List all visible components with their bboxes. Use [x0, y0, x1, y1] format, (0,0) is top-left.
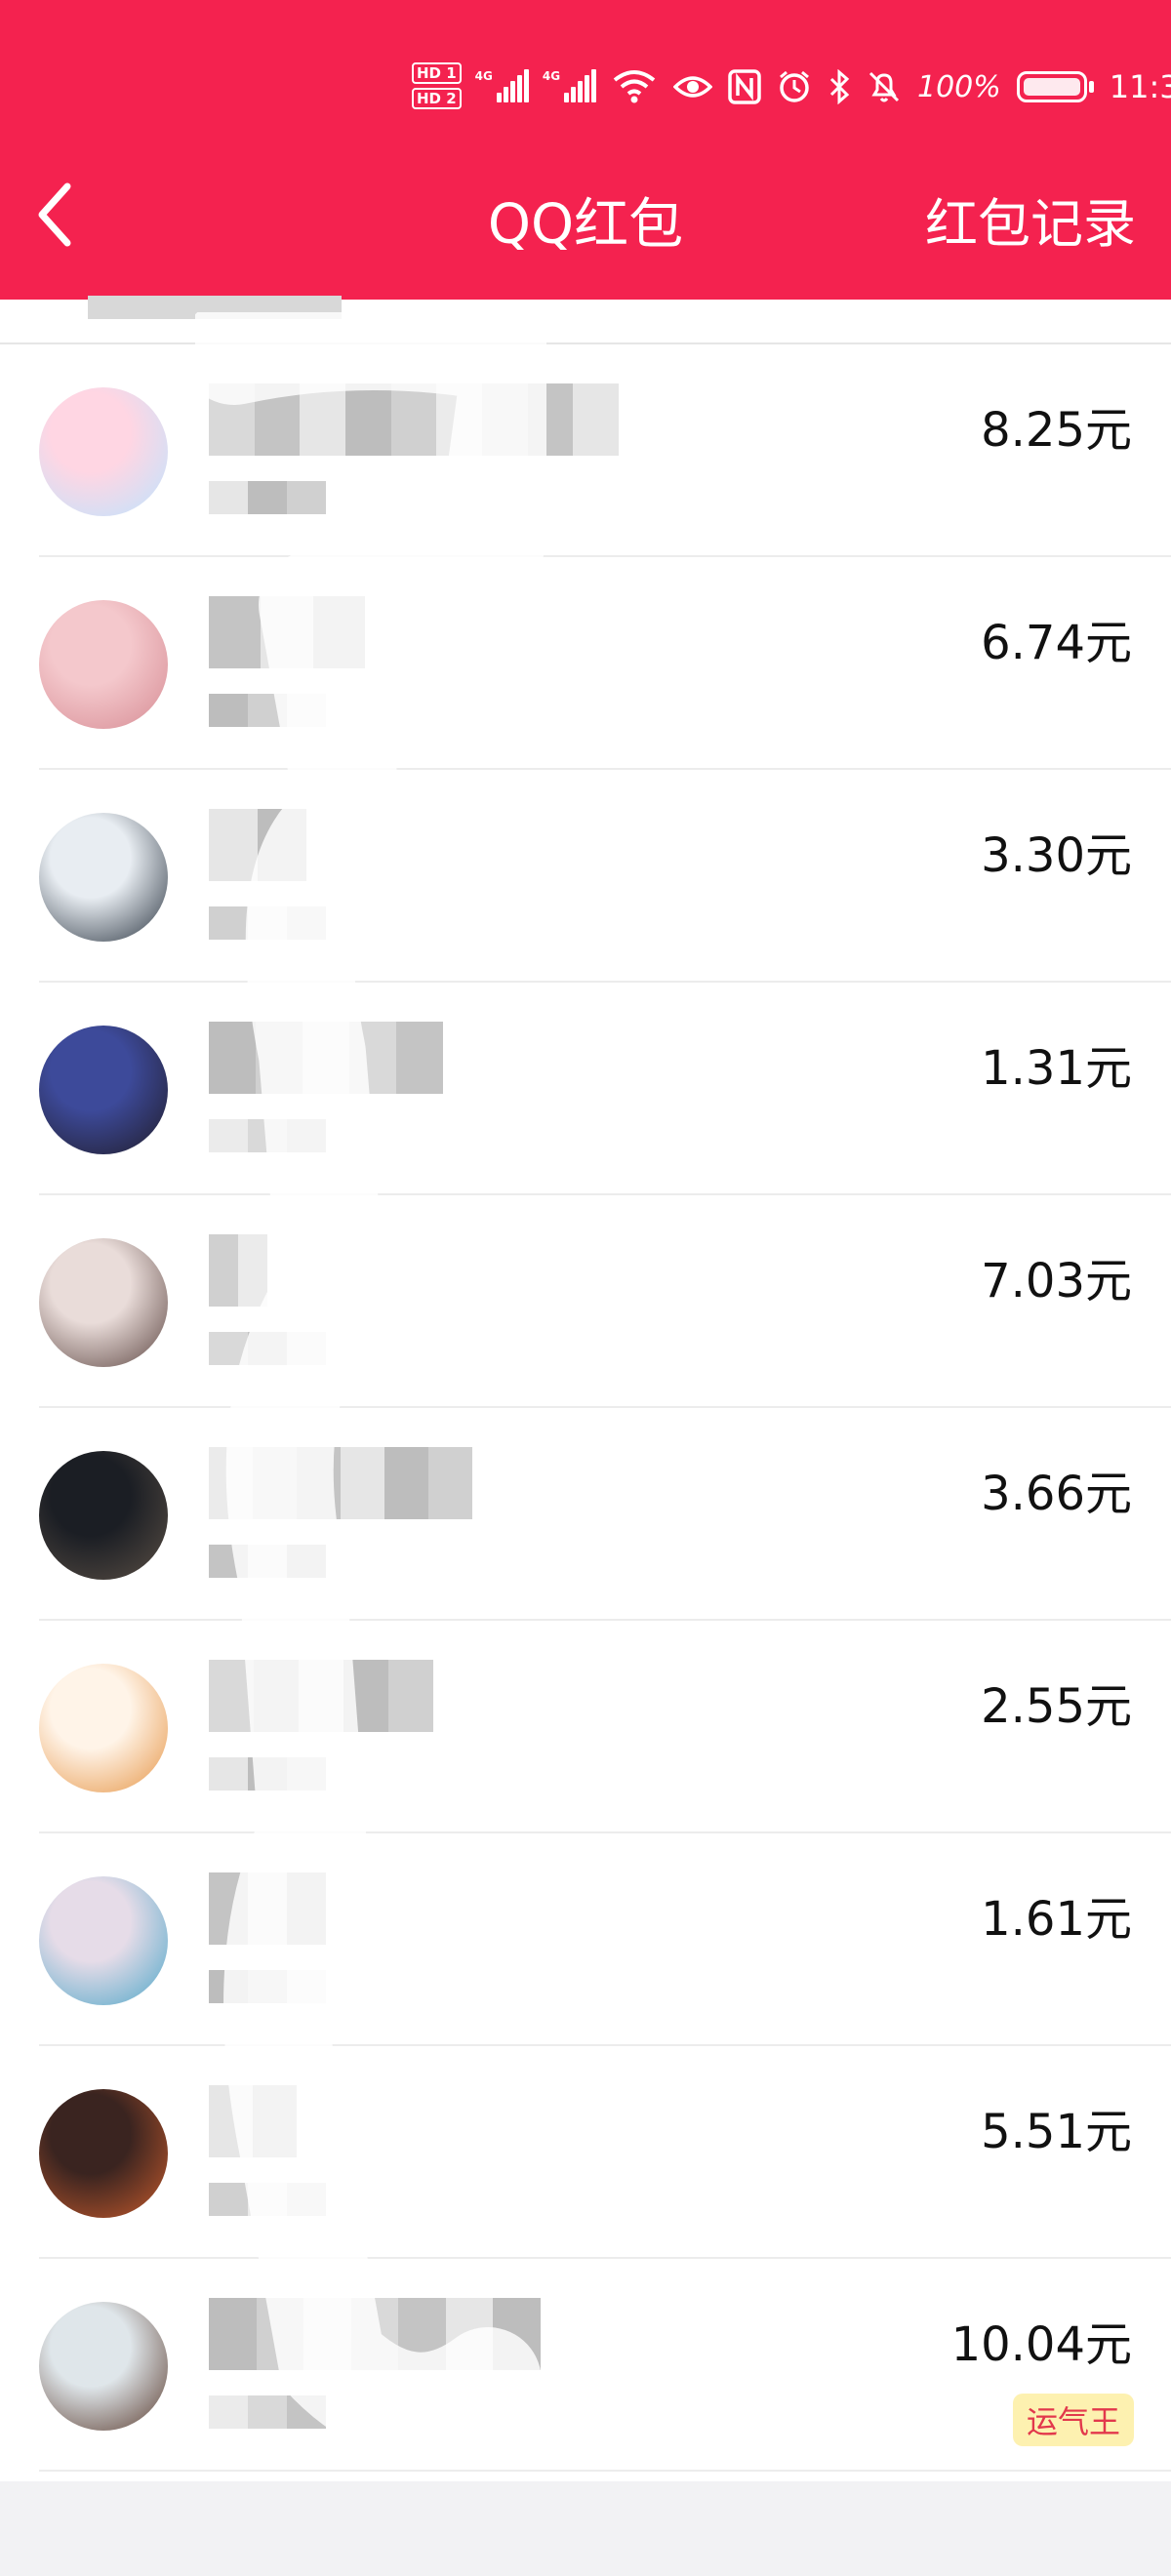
avatar[interactable]: [39, 1876, 168, 2005]
sender-name-blurred: [209, 1234, 267, 1307]
avatar[interactable]: [39, 813, 168, 942]
alarm-icon: [780, 70, 809, 102]
time-blurred: [209, 1332, 326, 1365]
amount: 1.61元: [981, 1892, 1132, 1947]
signal-1-icon: 4G: [475, 69, 529, 102]
status-icons: 100% 11:30: [673, 60, 1171, 113]
battery-icon: [1016, 71, 1094, 102]
list-top-strip: [0, 296, 1171, 344]
amount: 3.30元: [981, 828, 1132, 883]
sender-name-blurred: [209, 383, 619, 456]
time-blurred: [209, 1119, 326, 1152]
amount: 10.04元: [950, 2317, 1132, 2372]
list-item[interactable]: 1.31元: [0, 983, 1171, 1195]
sender-name-blurred: [209, 1660, 433, 1732]
eye-icon: [673, 76, 712, 98]
avatar[interactable]: [39, 1026, 168, 1154]
time-blurred: [209, 1545, 326, 1578]
amount: 1.31元: [981, 1041, 1132, 1096]
hd2-badge: HD 2: [412, 88, 462, 109]
partial-hidden-text: [88, 282, 381, 321]
list-item[interactable]: 3.66元: [0, 1408, 1171, 1621]
red-packet-records-link[interactable]: 红包记录: [925, 181, 1136, 258]
time-blurred: [209, 1970, 326, 2003]
list-item[interactable]: 6.74元: [0, 557, 1171, 770]
amount: 7.03元: [981, 1254, 1132, 1308]
avatar[interactable]: [39, 600, 168, 729]
list-item[interactable]: 2.55元: [0, 1621, 1171, 1833]
battery-percent: 100%: [917, 69, 1001, 104]
network-indicators: HD 1 HD 2 4G 4G: [412, 55, 657, 117]
time-blurred: [209, 481, 326, 514]
avatar[interactable]: [39, 1664, 168, 1792]
list-item[interactable]: 8.25元: [0, 344, 1171, 557]
avatar[interactable]: [39, 1238, 168, 1367]
luck-king-badge: 运气王: [1012, 2394, 1134, 2446]
sender-name-blurred: [209, 2298, 541, 2370]
time-blurred: [209, 1757, 326, 1791]
sender-name-blurred: [209, 809, 306, 881]
avatar[interactable]: [39, 2302, 168, 2431]
amount: 5.51元: [981, 2105, 1132, 2159]
amount: 3.66元: [981, 1467, 1132, 1521]
status-bar: HD 1 HD 2 4G 4G 100% 11:3: [0, 0, 1171, 166]
time-blurred: [209, 906, 326, 940]
signal-2-icon: 4G: [543, 69, 597, 102]
divider: [39, 2470, 1171, 2472]
avatar[interactable]: [39, 1451, 168, 1580]
wifi-icon: [613, 70, 656, 103]
list-item[interactable]: 10.04元运气王: [0, 2259, 1171, 2472]
sender-name-blurred: [209, 2085, 297, 2157]
list-item[interactable]: 1.61元: [0, 1833, 1171, 2046]
sender-name-blurred: [209, 1022, 443, 1094]
time-blurred: [209, 694, 326, 727]
app-header: HD 1 HD 2 4G 4G 100% 11:3 QQ红包 红包记录: [0, 0, 1171, 300]
amount: 6.74元: [981, 616, 1132, 670]
hd1-badge: HD 1: [412, 62, 462, 84]
amount: 8.25元: [981, 403, 1132, 458]
sender-name-blurred: [209, 1447, 472, 1519]
list-item[interactable]: 5.51元: [0, 2046, 1171, 2259]
sender-name-blurred: [209, 1872, 326, 1945]
amount: 2.55元: [981, 1679, 1132, 1734]
mute-bell-icon: [868, 71, 900, 102]
avatar[interactable]: [39, 387, 168, 516]
time-blurred: [209, 2183, 326, 2216]
bluetooth-icon: [829, 69, 850, 104]
nfc-icon: [728, 69, 761, 104]
time-blurred: [209, 2395, 326, 2429]
list-item[interactable]: 7.03元: [0, 1195, 1171, 1408]
bottom-blank-area: [0, 2481, 1171, 2576]
hd-badges: HD 1 HD 2: [412, 62, 462, 109]
clock: 11:30: [1109, 68, 1171, 105]
sender-name-blurred: [209, 596, 365, 668]
avatar[interactable]: [39, 2089, 168, 2218]
list-item[interactable]: 3.30元: [0, 770, 1171, 983]
red-packet-list: 8.25元 6.74元 3.30元 1.31元 7.03元 3.66元 2.55元 1.61元…: [0, 296, 1171, 2481]
